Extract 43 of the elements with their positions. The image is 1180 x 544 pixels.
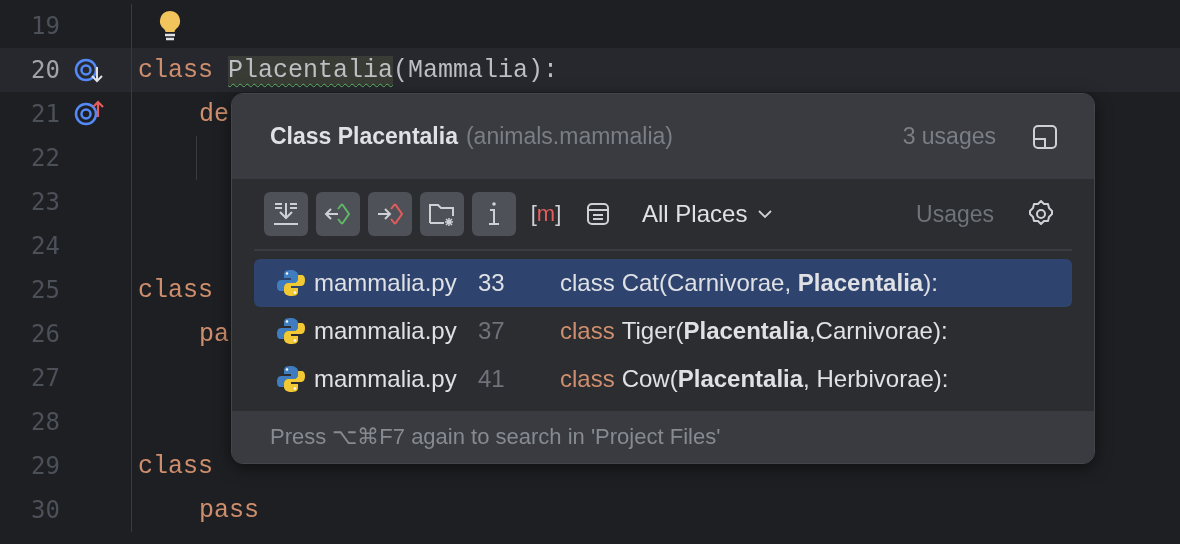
- open-in-window-icon[interactable]: [1032, 123, 1058, 150]
- code-keyword: class: [560, 317, 615, 345]
- code-keyword: class: [138, 451, 213, 481]
- footer-hint: Press ⌥⌘F7 again to search in 'Project Files': [270, 424, 721, 450]
- line-number: 33: [478, 269, 506, 297]
- code-keyword: class: [560, 365, 615, 393]
- chevron-down-icon: [757, 209, 774, 219]
- filter-toggle[interactable]: [m]: [524, 192, 568, 236]
- python-file-icon: [276, 268, 306, 298]
- filter-toggle[interactable]: [472, 192, 516, 236]
- popup-title: Class Placentalia: [270, 123, 458, 150]
- line-number: 37: [478, 317, 506, 345]
- line-number: 41: [478, 365, 506, 393]
- list-icon: [584, 200, 612, 228]
- code-keyword: class: [138, 275, 213, 305]
- python-file-icon: [276, 316, 306, 346]
- popup-context: (animals.mammalia): [465, 123, 673, 150]
- code-text: (Mammalia):: [393, 55, 559, 85]
- code-keyword: class: [560, 269, 615, 297]
- code-text: Tiger(Placentalia,Carnivorae):: [621, 317, 948, 345]
- usage-row[interactable]: mammalia.py 37 class Tiger(Placentalia,Carnivorae):: [254, 307, 1072, 355]
- lightbulb-icon[interactable]: [158, 10, 182, 42]
- code-keyword: de: [199, 99, 229, 129]
- filter-toggle[interactable]: [316, 192, 360, 236]
- code-text: Cow(Placentalia, Herbivorae):: [621, 365, 949, 393]
- scope-dropdown[interactable]: All Places: [642, 200, 774, 228]
- code-keyword: pass: [199, 495, 259, 525]
- filter-toggle[interactable]: [264, 192, 308, 236]
- highlighted-identifier: Placentalia: [228, 55, 394, 85]
- file-name: mammalia.py: [314, 365, 458, 393]
- filter-toggle[interactable]: [368, 192, 412, 236]
- code-text: Cat(Carnivorae, Placentalia):: [621, 269, 938, 297]
- line-number: 20: [30, 56, 60, 84]
- filter-toggle[interactable]: [420, 192, 464, 236]
- file-name: mammalia.py: [314, 317, 458, 345]
- code-keyword: class: [138, 55, 214, 85]
- usage-row[interactable]: mammalia.py 33 class Cat(Carnivorae, Placentalia):: [254, 259, 1072, 307]
- python-file-icon: [276, 364, 306, 394]
- file-name: mammalia.py: [314, 269, 458, 297]
- usage-count: 3 usages: [902, 123, 996, 150]
- usage-row[interactable]: mammalia.py 41 class Cow(Placentalia, Herbivorae):: [254, 355, 1072, 403]
- code-keyword: pa: [199, 319, 229, 349]
- usages-label: Usages: [916, 200, 994, 228]
